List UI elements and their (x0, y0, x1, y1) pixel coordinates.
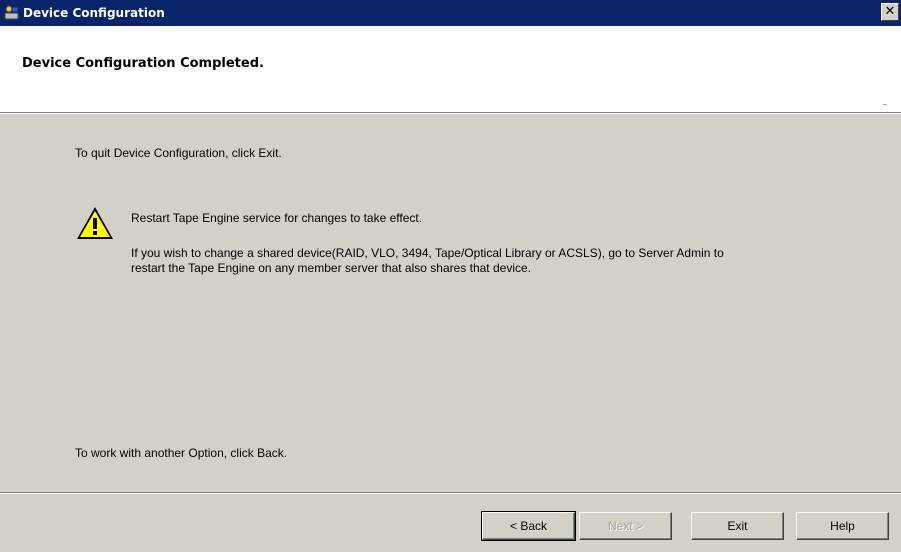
warning-line-2: If you wish to change a shared device(RA… (131, 246, 724, 260)
header-mark (883, 104, 887, 105)
help-button[interactable]: Help (796, 512, 889, 540)
warning-line-3: restart the Tape Engine on any member se… (131, 261, 531, 275)
close-button[interactable]: ✕ (881, 3, 899, 21)
warning-icon (77, 207, 113, 239)
next-button[interactable]: Next > (579, 512, 672, 540)
device-config-icon (4, 5, 19, 20)
exit-button[interactable]: Exit (691, 512, 784, 540)
header-panel: Device Configuration Completed. (0, 26, 901, 112)
window-title: Device Configuration (23, 6, 165, 20)
quit-instruction: To quit Device Configuration, click Exit… (75, 146, 282, 160)
title-bar[interactable]: Device Configuration ✕ (0, 0, 901, 26)
back-instruction: To work with another Option, click Back. (75, 446, 288, 460)
footer-divider (0, 492, 901, 494)
back-button[interactable]: < Back (481, 511, 576, 541)
header-divider (0, 112, 901, 114)
close-icon: ✕ (884, 4, 896, 19)
device-configuration-window: Device Configuration ✕ Device Configurat… (0, 0, 901, 552)
page-title: Device Configuration Completed. (22, 56, 264, 71)
warning-line-1: Restart Tape Engine service for changes … (131, 211, 423, 225)
